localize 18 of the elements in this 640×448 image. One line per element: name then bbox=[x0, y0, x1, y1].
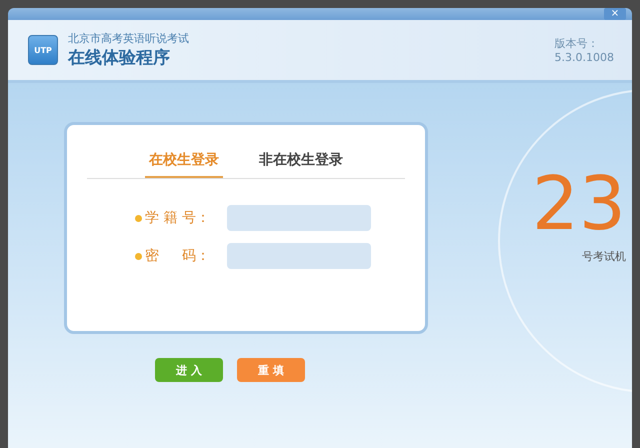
reset-button[interactable]: 重 填 bbox=[237, 358, 305, 382]
version-number: 5.3.0.1008 bbox=[554, 51, 614, 64]
exam-name: 北京市高考英语听说考试 bbox=[68, 31, 190, 46]
login-tab[interactable]: 在校生登录 bbox=[145, 145, 223, 178]
app-logo: UTP bbox=[28, 35, 58, 65]
close-button[interactable]: × bbox=[604, 8, 626, 20]
version-label: 版本号： bbox=[554, 36, 599, 51]
input-field[interactable] bbox=[227, 205, 371, 231]
field-label: 学 籍 号： bbox=[145, 209, 211, 227]
bullet-icon bbox=[135, 214, 142, 222]
bullet-icon bbox=[135, 252, 142, 260]
input-field[interactable] bbox=[227, 243, 371, 269]
window-title: 在线体验程序 bbox=[68, 47, 171, 69]
enter-button[interactable]: 进 入 bbox=[155, 358, 223, 382]
machine-number: 23 bbox=[532, 167, 626, 241]
machine-caption: 号考试机 bbox=[582, 249, 626, 264]
login-tab[interactable]: 非在校生登录 bbox=[255, 145, 347, 178]
field-label: 密 码： bbox=[145, 247, 211, 265]
